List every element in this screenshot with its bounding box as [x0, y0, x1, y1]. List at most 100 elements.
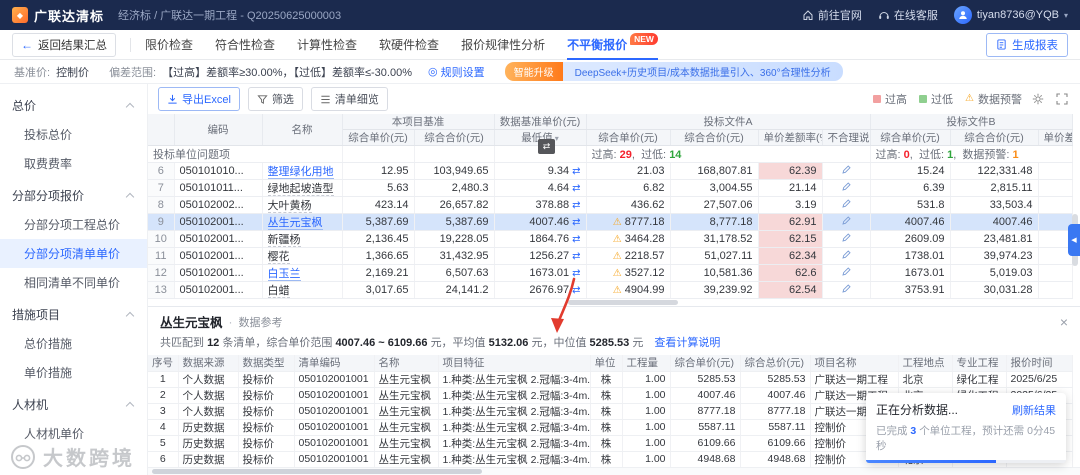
nav-tab[interactable]: 软硬件检查	[379, 30, 439, 60]
item-name-link[interactable]: 白玉兰	[267, 268, 301, 281]
note-cell[interactable]	[822, 162, 871, 180]
refresh-results-link[interactable]: 刷新结果	[1012, 402, 1056, 418]
sidebar-group-header[interactable]: 措施项目	[0, 297, 147, 329]
sidebar-group-header[interactable]: 总价	[0, 88, 147, 120]
bidder-b-unit-price: 6.39	[870, 179, 951, 197]
sidebar-group-header[interactable]: 分部分项报价	[0, 178, 147, 210]
bidder-a-total-price: 8,777.18	[670, 213, 759, 231]
compare-icon[interactable]: ⇄	[572, 183, 580, 194]
export-excel-button[interactable]: 导出Excel	[158, 87, 240, 111]
table-row[interactable]: 12 050102001... 白玉兰 2,169.21 6,507.63 1673.01…	[148, 264, 1073, 282]
item-name-link[interactable]: 绿地起坡造型	[267, 183, 334, 196]
bottom-h-scrollbar[interactable]	[148, 467, 1080, 475]
reference-row[interactable]: 1 个人数据 投标价 050102001001 丛生元宝枫 1.种类:丛生元宝枫 2.冠幅…	[148, 371, 1073, 388]
online-service-label: 在线客服	[893, 10, 938, 22]
item-name-link[interactable]: 新疆杨	[267, 234, 301, 247]
sidebar-item[interactable]: 投标总价	[0, 120, 147, 149]
warning-icon: ⚠	[612, 234, 622, 245]
note-cell[interactable]	[822, 247, 871, 265]
panel-expand-tab[interactable]: ◀	[1068, 224, 1080, 256]
table-row[interactable]: 9 050102001... 丛生元宝枫 5,387.69 5,387.69 4007.4…	[148, 213, 1073, 231]
user-menu[interactable]: tiyan8736@YQB ▾	[953, 6, 1068, 24]
rule-settings-link[interactable]: ◎ 规则设置	[428, 64, 485, 80]
bidder-b-unit-price: 15.24	[870, 162, 951, 180]
nav-tab[interactable]: 计算性检查	[297, 30, 357, 60]
compare-icon[interactable]: ⇄	[572, 234, 580, 245]
collapse-chevron-icon	[125, 311, 135, 321]
item-name-link[interactable]: 大叶黄杨	[267, 200, 312, 213]
sidebar-group-header[interactable]: 人材机	[0, 387, 147, 419]
note-cell[interactable]	[822, 196, 871, 214]
compare-icon[interactable]: ⇄	[572, 166, 580, 177]
bidder-a-total-price: 168,807.81	[670, 162, 759, 180]
online-service-link[interactable]: 在线客服	[878, 7, 938, 23]
table-row[interactable]: 7 050101011... 绿地起坡造型 5.63 2,480.3 4.64 ⇄ 6.82 3…	[148, 179, 1073, 197]
deviation-range-label: 偏差范围:	[109, 66, 157, 79]
filter-button[interactable]: 筛选	[247, 87, 303, 111]
sidebar-item[interactable]: 分部分项清单单价	[0, 239, 147, 268]
sidebar-item[interactable]: 单价措施	[0, 358, 147, 387]
edit-note-icon[interactable]	[841, 181, 852, 192]
nav-tab[interactable]: 报价规律性分析	[461, 30, 545, 60]
edit-note-icon[interactable]	[841, 266, 852, 277]
list-detail-button[interactable]: 清单细览	[310, 87, 388, 111]
edit-note-icon[interactable]	[841, 164, 852, 175]
chevron-down-icon: ▾	[1063, 10, 1068, 20]
sidebar-item[interactable]: 取费费率	[0, 149, 147, 178]
bidder-a-total-price: 51,027.11	[670, 247, 759, 265]
sidebar-item[interactable]: 相同清单不同单价	[0, 268, 147, 297]
fullscreen-icon[interactable]	[1054, 91, 1070, 107]
table-row[interactable]: 11 050102001... 樱花 1,366.65 31,432.95 1256.27…	[148, 247, 1073, 265]
note-cell[interactable]	[822, 230, 871, 248]
generate-report-button[interactable]: 生成报表	[986, 32, 1068, 57]
note-cell[interactable]	[822, 264, 871, 282]
table-row[interactable]: 8 050102002... 大叶黄杨 423.14 26,657.82 378.88 ⇄ 4…	[148, 196, 1073, 214]
legend-warning-icon: ⚠	[965, 93, 974, 104]
edit-note-icon[interactable]	[841, 232, 852, 243]
collapse-chevron-icon	[125, 192, 135, 202]
compare-icon[interactable]: ⇄	[572, 200, 580, 211]
compare-icon[interactable]: ⇄	[572, 217, 580, 228]
watermark: 大数跨境	[10, 442, 135, 471]
note-cell[interactable]	[822, 213, 871, 231]
official-site-link[interactable]: 前往官网	[802, 7, 862, 23]
nav-tab[interactable]: 不平衡报价 NEW	[567, 30, 658, 60]
settings-gear-icon[interactable]	[1030, 91, 1046, 107]
note-cell[interactable]	[822, 179, 871, 197]
edit-note-icon[interactable]	[841, 198, 852, 209]
back-to-summary-button[interactable]: ← 返回结果汇总	[12, 32, 116, 57]
item-name-link[interactable]: 樱花	[267, 251, 290, 264]
compare-icon[interactable]: ⇄	[572, 285, 580, 296]
app-logo: ◆ 广联达清标	[12, 6, 104, 25]
nav-tab[interactable]: 限价检查	[145, 30, 193, 60]
compare-icon[interactable]: ⇄	[572, 268, 580, 279]
close-icon[interactable]: ×	[1060, 315, 1068, 329]
item-name-link[interactable]: 白蜡	[267, 285, 290, 298]
smart-upgrade-badge[interactable]: 智能升级	[504, 62, 563, 81]
item-name-link[interactable]: 整理绿化用地	[267, 166, 334, 179]
edit-note-icon[interactable]	[841, 215, 852, 226]
sidebar-item[interactable]: 总价措施	[0, 329, 147, 358]
edit-note-icon[interactable]	[841, 249, 852, 260]
item-name-link[interactable]: 丛生元宝枫	[267, 217, 323, 230]
sidebar-item[interactable]: 分部分项工程总价	[0, 210, 147, 239]
edit-note-icon[interactable]	[841, 283, 852, 294]
ref-col-header: 清单编码	[294, 355, 375, 372]
match-count: 12	[207, 337, 220, 349]
base-unit-price: 423.14	[342, 196, 415, 214]
table-row[interactable]: 6 050101010... 整理绿化用地 12.95 103,949.65 9.34 ⇄ 2…	[148, 162, 1073, 180]
ref-col-header: 报价时间	[1006, 355, 1073, 372]
compare-icon[interactable]: ⇄	[572, 251, 580, 262]
table-row[interactable]: 13 050102001... 白蜡 3,017.65 24,141.2 2676.97 ⇄…	[148, 281, 1073, 299]
nav-tab[interactable]: 符合性检查	[215, 30, 275, 60]
unit-price-diff-rate: 62.39	[758, 162, 823, 180]
export-icon	[168, 94, 177, 104]
deepseek-feature-badge[interactable]: DeepSeek+历史项目/成本数据批量引入、360°合理性分析	[562, 62, 843, 81]
main-table-body: 6 050101010... 整理绿化用地 12.95 103,949.65 9.34 ⇄ 2…	[148, 162, 1073, 299]
table-row[interactable]: 10 050102001... 新疆杨 2,136.45 19,228.05 1864.7…	[148, 230, 1073, 248]
calc-explain-link[interactable]: 查看计算说明	[654, 337, 720, 349]
warning-icon: ⚠	[612, 251, 622, 262]
sidebar-group-label: 措施项目	[12, 308, 61, 322]
table-h-scrollbar[interactable]	[148, 299, 1080, 306]
note-cell[interactable]	[822, 281, 871, 299]
